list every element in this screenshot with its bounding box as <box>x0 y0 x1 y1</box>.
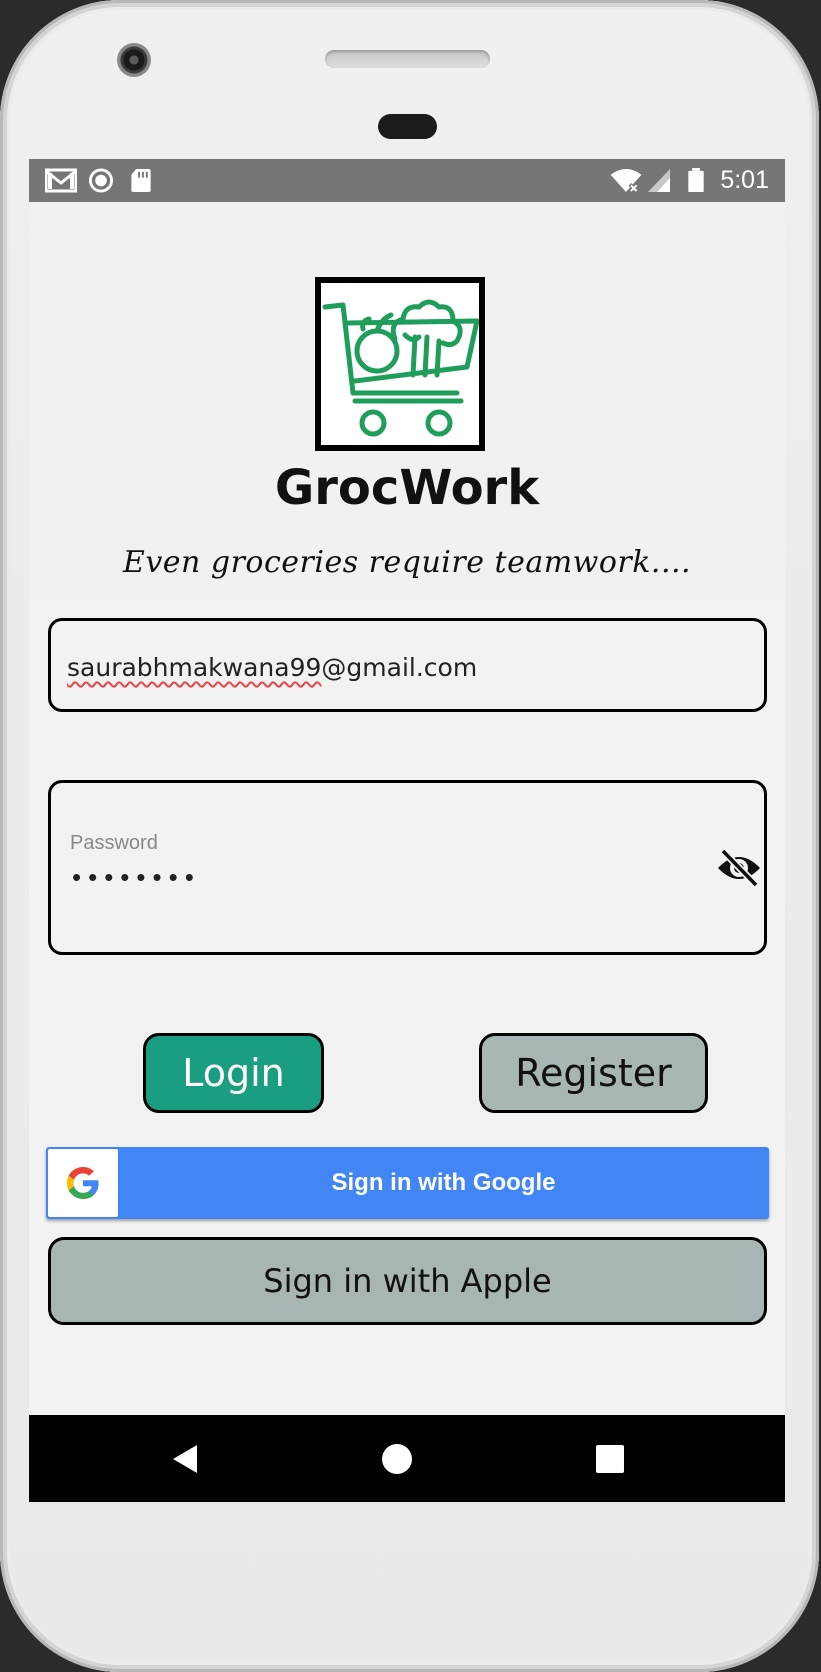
google-icon-container <box>48 1149 118 1217</box>
app-title: GrocWork <box>274 460 540 516</box>
screen: 5:01 GrocWork Even groceries require tea… <box>29 159 785 1502</box>
eye-off-icon[interactable] <box>716 848 762 888</box>
sd-card-icon <box>131 168 151 193</box>
app-header: GrocWork Even groceries require teamwork… <box>29 202 785 600</box>
front-camera <box>117 43 151 77</box>
clock: 5:01 <box>720 166 769 194</box>
app-tagline: Even groceries require teamwork.... <box>122 545 692 580</box>
email-field[interactable]: saurabhmakwana99@gmail.com <box>48 618 767 712</box>
gmail-icon <box>45 168 77 193</box>
cart-logo-icon <box>322 299 480 437</box>
battery-icon <box>688 168 704 193</box>
status-bar: 5:01 <box>29 159 785 202</box>
email-value-domain: @gmail.com <box>321 653 478 682</box>
email-value: saurabhmakwana99@gmail.com <box>67 653 477 682</box>
phone-frame: 5:01 GrocWork Even groceries require tea… <box>0 0 819 1672</box>
wifi-icon <box>610 168 642 193</box>
back-icon[interactable] <box>169 1442 203 1476</box>
password-value: •••••••• <box>72 862 201 892</box>
grocery-cart-logo <box>315 277 485 451</box>
password-label: Password <box>70 832 158 854</box>
record-icon <box>88 168 114 193</box>
navigation-bar <box>29 1415 785 1502</box>
earpiece-speaker <box>325 50 490 68</box>
email-value-misspelled: saurabhmakwana99 <box>67 653 322 682</box>
login-button[interactable]: Login <box>143 1033 324 1113</box>
google-sign-in-label: Sign in with Google <box>331 1169 556 1196</box>
home-icon[interactable] <box>380 1442 414 1476</box>
recents-icon[interactable] <box>593 1442 627 1476</box>
google-sign-in-button[interactable]: Sign in with Google <box>46 1147 769 1219</box>
password-field[interactable]: Password •••••••• <box>48 780 767 955</box>
register-button[interactable]: Register <box>479 1033 708 1113</box>
proximity-sensor <box>378 114 437 139</box>
google-icon <box>67 1167 99 1199</box>
signal-icon <box>648 169 670 192</box>
apple-sign-in-button[interactable]: Sign in with Apple <box>48 1237 767 1325</box>
